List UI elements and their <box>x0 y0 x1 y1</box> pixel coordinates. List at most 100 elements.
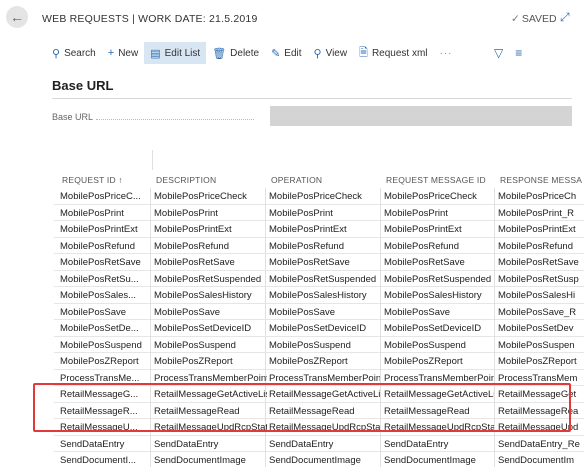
cell-operation: RetailMessageGetActiveList <box>269 389 380 400</box>
cell-request-id[interactable]: SendDataEntry <box>60 439 150 450</box>
view-label: View <box>325 47 348 59</box>
page-title: WEB REQUESTS | WORK DATE: 21.5.2019 <box>42 13 258 25</box>
table-row[interactable]: MobilePosRetSave MobilePosRetSave MobilePo… <box>54 254 584 271</box>
table-row[interactable]: MobilePosRefund MobilePosRefund MobilePosR… <box>54 237 584 255</box>
table-row[interactable]: MobilePosRetSu... MobilePosRetSuspended Mo… <box>54 270 584 288</box>
cell-request-id[interactable]: MobilePosRetSave <box>60 257 150 268</box>
cell-divider <box>380 419 381 436</box>
expand-icon[interactable]: ⤢ <box>560 10 570 25</box>
plus-icon: + <box>107 47 115 59</box>
cell-request-id[interactable]: MobilePosZReport <box>60 356 150 367</box>
cell-request-id[interactable]: RetailMessageR... <box>60 406 150 417</box>
list-view-icon[interactable]: ≡ <box>515 46 522 60</box>
cell-response-message: RetailMessageUpd <box>498 422 579 433</box>
column-header-operation[interactable]: OPERATION <box>271 175 322 185</box>
cell-divider <box>494 188 495 205</box>
cell-divider <box>380 353 381 370</box>
cell-request-id[interactable]: MobilePosRetSu... <box>60 274 150 285</box>
base-url-field[interactable] <box>270 106 572 126</box>
table-row[interactable]: MobilePosPriceC... MobilePosPriceCheck Mob… <box>54 188 584 205</box>
cell-request-message-id: MobilePosPrint <box>384 207 448 219</box>
table-row[interactable]: MobilePosSetDe... MobilePosSetDeviceID Mob… <box>54 320 584 337</box>
cell-divider <box>150 369 151 387</box>
back-button[interactable]: ← <box>6 6 28 28</box>
action-bar: ⚲ Search + New ▤ Edit List 🗑 Delete ✎ Ed… <box>42 42 584 64</box>
table-row[interactable]: MobilePosPrint MobilePosPrint MobilePosPri… <box>54 204 584 222</box>
cell-operation: MobilePosRetSave <box>269 257 350 268</box>
table-row[interactable]: MobilePosZReport MobilePosZReport MobilePo… <box>54 353 584 370</box>
cell-request-message-id: RetailMessageGetActiveList <box>384 389 494 400</box>
cell-request-id[interactable]: MobilePosPrint <box>60 208 150 219</box>
cell-request-id[interactable]: MobilePosSuspend <box>60 340 150 351</box>
table-row[interactable]: MobilePosSales... MobilePosSalesHistory Mo… <box>54 287 584 304</box>
table-row[interactable]: MobilePosPrintExt MobilePosPrintExt Mobile… <box>54 221 584 238</box>
cell-request-message-id: RetailMessageRead <box>384 405 470 417</box>
column-header-request-id[interactable]: REQUEST ID ↑ <box>62 175 123 185</box>
table-row[interactable]: MobilePosSave MobilePosSave MobilePosSave M… <box>54 303 584 321</box>
saved-label: SAVED <box>521 13 557 25</box>
document-icon: 🗎 <box>359 46 368 59</box>
column-header-request-message-id[interactable]: REQUEST MESSAGE ID <box>386 175 486 185</box>
cell-divider <box>380 452 381 467</box>
cell-description: RetailMessageUpdRcpStat... <box>154 422 267 433</box>
new-button[interactable]: + New <box>102 42 144 64</box>
table-body: MobilePosPriceC... MobilePosPriceCheck Mob… <box>54 188 584 467</box>
cell-divider <box>150 270 151 288</box>
column-header-description[interactable]: DESCRIPTION <box>156 175 216 185</box>
more-actions-button[interactable]: ··· <box>434 42 459 64</box>
cell-request-id[interactable]: SendDocumentI... <box>60 455 150 466</box>
cell-request-message-id: SendDataEntry <box>384 438 449 450</box>
cell-divider <box>494 386 495 403</box>
table-row[interactable]: RetailMessageR... RetailMessageRead Retail… <box>54 402 584 420</box>
cell-divider <box>494 237 495 255</box>
table-row[interactable]: ProcessTransMe... ProcessTransMemberPoint… <box>54 369 584 387</box>
cell-request-id[interactable]: ProcessTransMe... <box>60 373 150 384</box>
cell-description: ProcessTransMemberPoints <box>154 372 267 384</box>
table-row[interactable]: SendDocumentI... SendDocumentImage SendDoc… <box>54 452 584 467</box>
cell-request-id[interactable]: MobilePosPriceC... <box>60 191 150 202</box>
cell-divider <box>150 237 151 255</box>
cell-divider <box>380 303 381 321</box>
view-icon: ⚲ <box>313 47 322 60</box>
table-row[interactable]: RetailMessageG... RetailMessageGetActiveL… <box>54 386 584 403</box>
cell-operation: MobilePosRetSuspended <box>269 273 377 285</box>
arrow-left-icon: ← <box>10 9 24 25</box>
cell-request-id[interactable]: RetailMessageG... <box>60 389 150 400</box>
cell-request-id[interactable]: MobilePosSave <box>60 307 150 318</box>
column-header-response-message[interactable]: RESPONSE MESSA <box>500 175 582 185</box>
cell-divider <box>150 188 151 205</box>
cell-operation: SendDataEntry <box>269 438 334 450</box>
edit-button[interactable]: ✎ Edit <box>265 42 307 64</box>
cell-divider <box>380 386 381 403</box>
cell-request-message-id: MobilePosSalesHistory <box>384 290 482 301</box>
cell-divider <box>494 336 495 354</box>
cell-operation: RetailMessageRead <box>269 405 355 417</box>
cell-request-id[interactable]: MobilePosPrintExt <box>60 224 150 235</box>
cell-divider <box>380 402 381 420</box>
cell-divider <box>494 270 495 288</box>
table-row[interactable]: RetailMessageU... RetailMessageUpdRcpStat… <box>54 419 584 436</box>
cell-response-message: ProcessTransMem <box>498 372 578 384</box>
cell-request-id[interactable]: MobilePosSetDe... <box>60 323 150 334</box>
filter-icon[interactable]: ▽ <box>494 46 503 60</box>
cell-description: MobilePosSalesHistory <box>154 290 252 301</box>
search-button[interactable]: ⚲ Search <box>46 42 102 64</box>
table-row[interactable]: MobilePosSuspend MobilePosSuspend MobilePo… <box>54 336 584 354</box>
section-title: Base URL <box>52 78 114 93</box>
checkmark-icon: ✓ <box>511 13 520 25</box>
cell-request-id[interactable]: MobilePosSales... <box>60 290 150 301</box>
cell-operation: MobilePosSetDeviceID <box>269 323 367 334</box>
edit-list-button[interactable]: ▤ Edit List <box>144 42 207 64</box>
cell-response-message: MobilePosZReport <box>498 356 577 367</box>
view-button[interactable]: ⚲ View <box>308 42 354 64</box>
cell-request-id[interactable]: MobilePosRefund <box>60 241 150 252</box>
delete-button[interactable]: 🗑 Delete <box>206 42 265 64</box>
table-row[interactable]: SendDataEntry SendDataEntry SendDataEntry S… <box>54 435 584 453</box>
cell-response-message: MobilePosRetSave <box>498 257 579 268</box>
cell-request-message-id: MobilePosZReport <box>384 356 463 367</box>
cell-divider <box>380 435 381 453</box>
cell-divider <box>380 188 381 205</box>
request-xml-button[interactable]: 🗎 Request xml <box>353 42 433 64</box>
cell-request-id[interactable]: RetailMessageU... <box>60 422 150 433</box>
table-header: REQUEST ID ↑ DESCRIPTION OPERATION REQUE… <box>54 170 584 190</box>
